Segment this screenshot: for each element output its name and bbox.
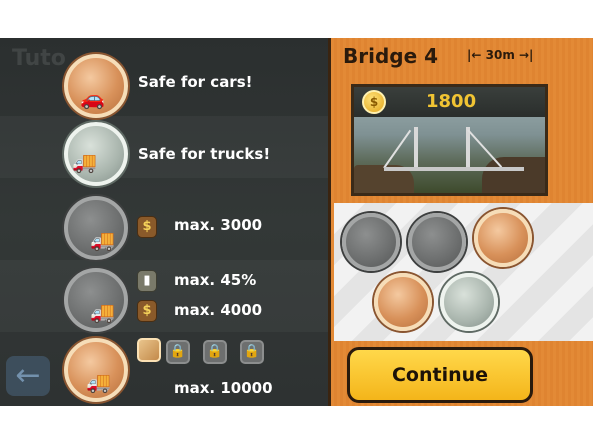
bridge-tower <box>414 127 418 169</box>
challenge-row-stress-budget: 🚚 ▮ max. 45% $ max. 4000 <box>0 262 328 334</box>
truck-icon: 🚚 <box>90 300 115 324</box>
gold-medal-icon: 🚗 <box>64 54 128 118</box>
money-bag-icon: $ <box>137 300 157 322</box>
challenge-text: Safe for cars! <box>138 73 253 91</box>
bridge-cable <box>383 129 412 169</box>
challenge-text: Safe for trucks! <box>138 145 271 163</box>
score-bar: $ 1800 <box>354 87 545 117</box>
challenge-text: max. 45% <box>174 271 257 289</box>
challenges-panel: Tuto 🚗 Safe for cars! 🚚 Safe for trucks! <box>0 38 328 406</box>
money-bag-icon: $ <box>137 216 157 238</box>
locked-medal-icon <box>408 213 466 271</box>
gold-medal-icon <box>474 209 532 267</box>
locked-medal-icon: 🚚 <box>64 196 128 260</box>
gold-medal-icon: 🚚 <box>64 338 128 402</box>
bridge-cable <box>467 129 503 168</box>
challenge-row-trucks: 🚚 Safe for trucks! <box>0 118 328 188</box>
level-title: Bridge 4 <box>343 44 439 68</box>
locked-material-icon: 🔒 <box>240 340 264 364</box>
game-viewport: Tuto 🚗 Safe for cars! 🚚 Safe for trucks! <box>0 38 593 406</box>
earned-medals <box>334 203 593 341</box>
gold-medal-icon <box>374 273 432 331</box>
challenge-text: max. 10000 <box>174 379 273 397</box>
wood-material-icon <box>137 338 161 362</box>
silver-medal-icon: 🚚 <box>64 122 128 186</box>
locked-material-icon: 🔒 <box>203 340 227 364</box>
continue-button[interactable]: Continue <box>347 347 533 403</box>
challenge-row-budget: 🚚 $ max. 3000 <box>0 190 328 260</box>
locked-material-icon: 🔒 <box>166 340 190 364</box>
truck-icon: 🚚 <box>86 370 111 394</box>
back-button[interactable]: ← <box>6 356 50 396</box>
bridge-deck <box>384 167 524 171</box>
score-value: 1800 <box>426 91 477 112</box>
silver-medal-icon <box>440 273 498 331</box>
coin-icon: $ <box>362 90 386 114</box>
screen: Tuto 🚗 Safe for cars! 🚚 Safe for trucks! <box>0 0 593 444</box>
locked-medal-icon: 🚚 <box>64 268 128 332</box>
car-icon: 🚗 <box>80 86 105 110</box>
challenge-text: max. 4000 <box>174 301 263 319</box>
challenge-text: max. 3000 <box>174 216 263 234</box>
challenge-row-cars: 🚗 Safe for cars! <box>0 50 328 120</box>
cliff-right <box>482 157 545 193</box>
locked-medal-icon <box>342 213 400 271</box>
span-length-label: |← 30m →| <box>467 48 534 62</box>
level-summary-panel: Bridge 4 |← 30m →| $ 1800 Continue <box>328 38 593 406</box>
truck-icon: 🚚 <box>90 228 115 252</box>
stress-meter-icon: ▮ <box>137 270 157 292</box>
truck-icon: 🚚 <box>72 150 97 174</box>
arrow-left-icon: ← <box>15 358 41 393</box>
bridge-preview: $ 1800 <box>351 84 548 196</box>
